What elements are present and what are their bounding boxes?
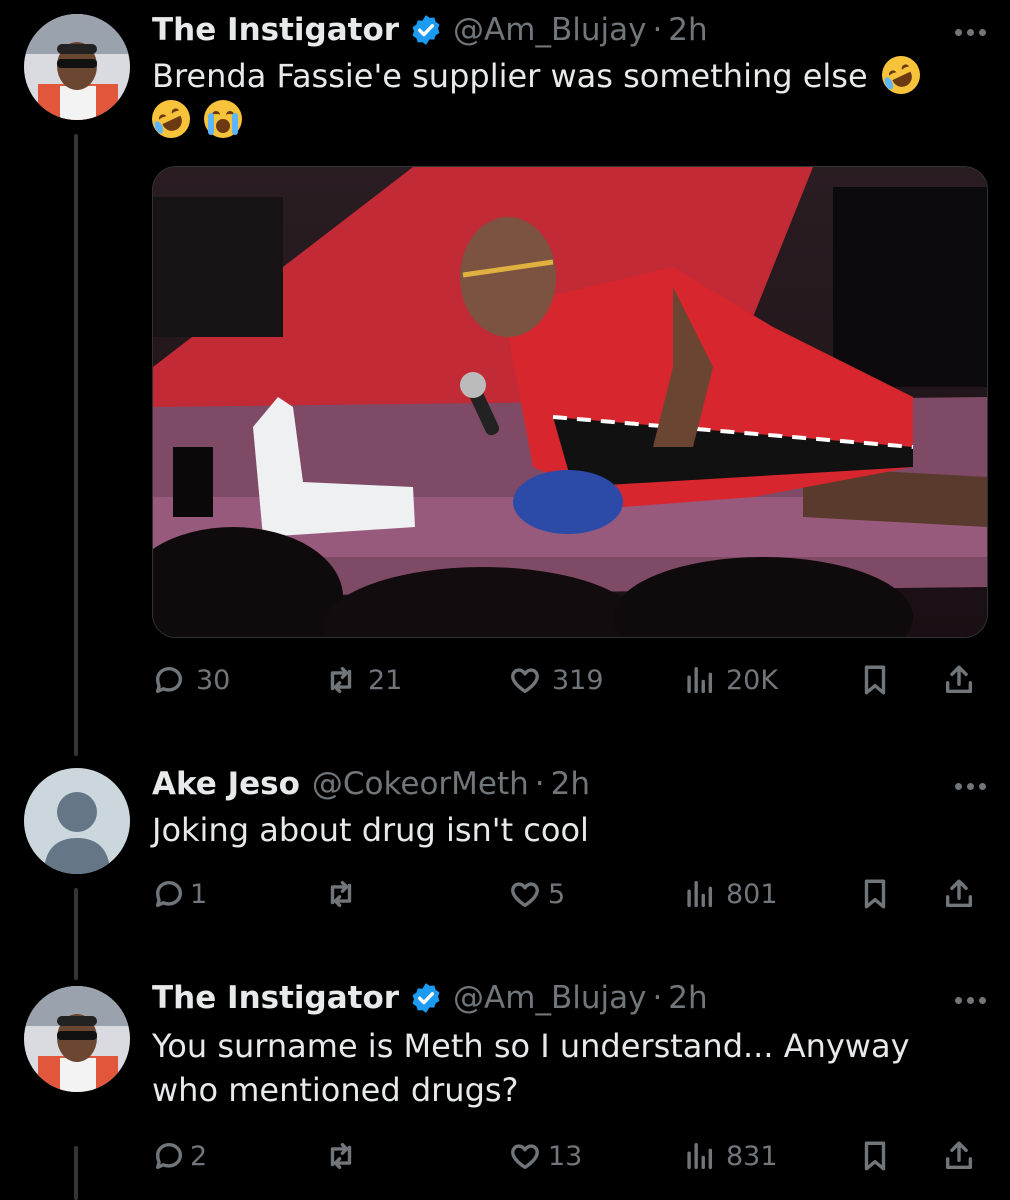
retweet-icon: [330, 1142, 352, 1170]
share-icon: [945, 879, 973, 908]
separator-dot: ·: [652, 980, 663, 1016]
handle[interactable]: @CokeorMeth: [312, 762, 529, 806]
handle[interactable]: @Am_Blujay: [453, 8, 646, 52]
tweet-text: Joking about drug isn't cool: [152, 811, 589, 849]
verified-icon: [412, 15, 440, 45]
display-name[interactable]: The Instigator: [152, 8, 399, 52]
more-icon[interactable]: [955, 978, 986, 1022]
views-button[interactable]: 20K: [682, 658, 778, 702]
retweet-button[interactable]: 21: [324, 658, 402, 702]
avatar[interactable]: [24, 14, 130, 120]
bookmark-button[interactable]: [858, 658, 892, 702]
display-name[interactable]: Ake Jeso: [152, 762, 300, 806]
reply-button[interactable]: 1: [152, 872, 207, 916]
like-count: 5: [548, 878, 566, 910]
retweet-button[interactable]: [324, 1134, 358, 1178]
tweet-header: Ake Jeso @CokeorMeth · 2h: [152, 762, 590, 806]
separator-dot: ·: [534, 766, 545, 802]
reply-count: 30: [196, 664, 231, 696]
retweet-button[interactable]: [324, 872, 358, 916]
tweet-text-content: Brenda Fassie'e supplier was something e…: [152, 57, 868, 95]
retweet-icon: [330, 666, 352, 694]
timestamp[interactable]: 2h: [668, 976, 707, 1020]
rolling-on-floor-laughing-emoji: [875, 49, 927, 101]
tweet[interactable]: The Instigator @Am_Blujay · 2h Brenda Fa…: [0, 0, 1010, 730]
more-icon[interactable]: [955, 10, 986, 54]
tweet-header: The Instigator @Am_Blujay · 2h: [152, 8, 708, 52]
views-icon: [687, 666, 713, 694]
verified-icon: [412, 983, 440, 1013]
views-count: 20K: [726, 664, 779, 696]
reply-button[interactable]: 30: [152, 658, 230, 702]
tweet[interactable]: The Instigator @Am_Blujay · 2h You surna…: [0, 976, 1010, 1200]
timestamp[interactable]: 2h: [668, 8, 707, 52]
more-icon[interactable]: [955, 764, 986, 808]
tweet-actions: 30 21 319 20K: [152, 658, 986, 702]
share-button[interactable]: [942, 872, 976, 916]
avatar[interactable]: [24, 986, 130, 1092]
like-icon: [511, 1144, 539, 1170]
bookmark-icon: [864, 1141, 886, 1171]
tweet-text: You surname is Meth so I understand... A…: [152, 1027, 910, 1109]
rolling-on-floor-laughing-emoji: [145, 93, 197, 145]
views-icon: [687, 1142, 713, 1170]
handle[interactable]: @Am_Blujay: [453, 976, 646, 1020]
retweet-icon: [330, 880, 352, 908]
separator-dot: ·: [652, 12, 663, 48]
views-button[interactable]: 831: [682, 1134, 778, 1178]
tweet-text: Brenda Fassie'e supplier was something e…: [145, 49, 972, 145]
like-button[interactable]: 13: [508, 1134, 582, 1178]
tweet-photo[interactable]: [152, 166, 988, 638]
reply-button[interactable]: 2: [152, 1134, 207, 1178]
like-count: 319: [552, 664, 604, 696]
like-icon: [511, 882, 539, 908]
share-button[interactable]: [942, 658, 976, 702]
like-icon: [511, 668, 539, 694]
bookmark-button[interactable]: [858, 1134, 892, 1178]
share-button[interactable]: [942, 1134, 976, 1178]
retweet-count: 21: [368, 664, 403, 696]
reply-icon: [155, 666, 183, 694]
views-count: 831: [726, 1140, 778, 1172]
reply-icon: [155, 1142, 183, 1170]
reply-count: 2: [190, 1140, 208, 1172]
timestamp[interactable]: 2h: [551, 762, 590, 806]
concert-photo: [153, 167, 987, 637]
views-icon: [687, 880, 713, 908]
tweet[interactable]: Ake Jeso @CokeorMeth · 2h Joking about d…: [0, 756, 1010, 976]
bookmark-icon: [864, 665, 886, 695]
like-button[interactable]: 5: [508, 872, 565, 916]
like-count: 13: [548, 1140, 583, 1172]
bookmark-button[interactable]: [858, 872, 892, 916]
tweet-header: The Instigator @Am_Blujay · 2h: [152, 976, 708, 1020]
avatar[interactable]: [24, 768, 130, 874]
share-icon: [945, 1141, 973, 1170]
display-name[interactable]: The Instigator: [152, 976, 399, 1020]
views-count: 801: [726, 878, 778, 910]
like-button[interactable]: 319: [508, 658, 604, 702]
reply-icon: [155, 880, 183, 908]
views-button[interactable]: 801: [682, 872, 778, 916]
share-icon: [945, 665, 973, 694]
bookmark-icon: [864, 879, 886, 909]
loudly-crying-emoji: [204, 100, 243, 138]
reply-count: 1: [190, 878, 208, 910]
tweet-actions: 1 5 801: [152, 872, 986, 916]
tweet-actions: 2 13 831: [152, 1134, 986, 1178]
